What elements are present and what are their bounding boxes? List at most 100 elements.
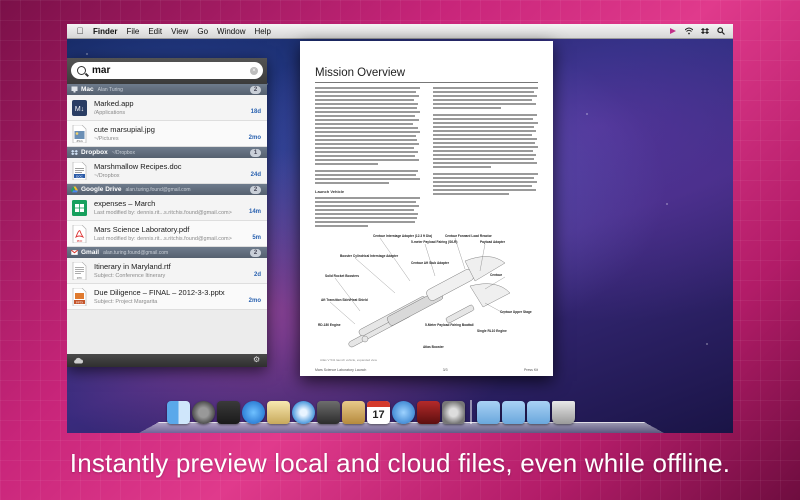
menu-go[interactable]: Go [197,27,208,36]
mail-icon[interactable] [342,401,365,424]
mac-icon [71,86,78,93]
gmail-icon [71,249,78,255]
result-age: 18d [250,109,261,115]
menu-window[interactable]: Window [217,27,245,36]
svg-text:JPEG: JPEG [76,139,83,143]
result-title: cute marsupial.jpg [94,125,155,134]
documents-folder-icon[interactable] [502,401,525,424]
word-doc-icon: DOC [72,161,87,180]
menu-file[interactable]: File [126,27,139,36]
result-subtitle: ~/Pictures [94,136,119,142]
figure-caption: Atlas V 541 launch vehicle, expanded vie… [320,358,377,362]
wifi-icon[interactable] [685,27,693,35]
preview-icon[interactable] [267,401,290,424]
finder-icon[interactable] [167,401,190,424]
launchpad-icon[interactable] [192,401,215,424]
group-account: alan.turing.found@gmail.com [125,186,191,193]
figure-label: Centaur [490,273,503,277]
result-row[interactable]: M↓ Marked.app /Applications 18d [67,95,267,121]
search-bar: mar × [67,58,267,84]
itunes-icon[interactable] [392,401,415,424]
menu-view[interactable]: View [171,27,188,36]
apple-icon[interactable]:  [73,26,87,36]
figure-label: Centaur Interstage Adapter (12.3 ft Dia) [373,234,432,238]
document-title: Mission Overview [315,67,406,79]
group-account: ~/Dropbox [111,149,135,156]
search-query[interactable]: mar [92,65,110,76]
page-footer: Mars Science Laboratory Launch 3/3 Press… [315,368,538,372]
search-panel: mar × Mac Alan Turing 2 M↓ Marked.app /A… [67,58,267,367]
group-count-badge: 2 [250,248,261,257]
app-store-icon[interactable] [242,401,265,424]
figure-label: Booster Cylindrical Interstage Adapter [340,254,399,258]
footer-left: Mars Science Laboratory Launch [315,368,367,372]
result-subtitle: Last modified by: dennis.rit...s.ritchis… [94,236,232,242]
menu-help[interactable]: Help [254,27,270,36]
result-row[interactable]: PDF Mars Science Laboratory.pdf Last mod… [67,221,267,247]
result-row[interactable]: PPTX Due Diligence – FINAL – 2012-3-3.pp… [67,284,267,310]
calendar-day: 17 [372,409,385,421]
footer-page: 3/3 [442,368,448,372]
system-preferences-icon[interactable] [442,401,465,424]
app-status-icon[interactable] [669,27,677,35]
dock: 17 [167,394,637,424]
downloads-folder-icon[interactable] [527,401,550,424]
safari-icon[interactable] [292,401,315,424]
status-menus [669,27,725,35]
result-age: 14m [248,209,261,215]
result-subtitle: ~/Dropbox [94,173,120,179]
result-title: expenses – March [94,199,156,208]
trash-icon[interactable] [552,401,575,424]
document-preview[interactable]: Mission Overview Launch Vehicle Centaur … [300,41,553,376]
footer-right: Press Kit [523,368,538,372]
figure-label: Solid Rocket Boosters [325,274,359,278]
result-row[interactable]: DOC Marshmallow Recipes.doc ~/Dropbox 24… [67,158,267,184]
applications-folder-icon[interactable] [477,401,500,424]
pdf-file-icon: PDF [72,224,87,243]
pptx-file-icon: PPTX [72,287,87,306]
app-icon: M↓ [72,99,87,116]
group-name: Dropbox [81,149,108,156]
menu-finder[interactable]: Finder [93,27,117,36]
photo-booth-icon[interactable] [417,401,440,424]
svg-text:M↓: M↓ [75,106,84,113]
figure-label: Atlas Booster [423,345,444,349]
dropbox-status-icon[interactable] [701,27,709,35]
result-age: 24d [250,172,261,178]
clear-search-icon[interactable]: × [250,66,258,75]
group-account: alan.turing.found@gmail.com [103,249,169,256]
group-header-gmail: Gmail alan.turing.found@gmail.com 2 [67,247,267,258]
result-row[interactable]: JPEG cute marsupial.jpg ~/Pictures 2mo [67,121,267,147]
result-row[interactable]: expenses – March Last modified by: denni… [67,195,267,221]
menu-edit[interactable]: Edit [148,27,162,36]
dropbox-icon [71,149,78,156]
result-age: 2mo [248,135,261,141]
magnifier-icon [77,66,86,75]
group-count-badge: 2 [250,185,261,194]
result-title: Due Diligence – FINAL – 2012-3-3.pptx [94,288,225,297]
result-title: Marked.app [94,99,134,108]
google-drive-icon [71,186,78,193]
search-icon[interactable] [717,27,725,35]
calendar-icon[interactable]: 17 [367,401,390,424]
gear-icon[interactable]: ⚙ [253,356,261,364]
group-name: Gmail [81,249,100,256]
group-name: Google Drive [81,186,122,193]
search-input[interactable]: mar × [71,62,263,79]
title-rule [315,82,538,83]
facetime-icon[interactable] [317,401,340,424]
rocket-diagram: Centaur Interstage Adapter (12.3 ft Dia)… [318,234,532,349]
desktop-screen:  Finder File Edit View Go Window Help m… [67,24,733,433]
group-header-google-drive: Google Drive alan.turing.found@gmail.com… [67,184,267,195]
figure-label: RD-180 Engine [318,323,341,327]
cloud-icon[interactable] [73,357,83,364]
result-title: Itinerary in Maryland.rtf [94,262,171,271]
result-age: 2d [253,272,261,278]
mission-control-icon[interactable] [217,401,240,424]
menu-bar:  Finder File Edit View Go Window Help [67,24,733,39]
result-age: 2mo [248,298,261,304]
figure-label: 5-meter Payload Fairing (S6-R) [411,240,457,244]
result-subtitle: /Applications [94,110,126,116]
svg-text:DOC: DOC [76,174,84,178]
result-row[interactable]: RTF Itinerary in Maryland.rtf Subject: C… [67,258,267,284]
